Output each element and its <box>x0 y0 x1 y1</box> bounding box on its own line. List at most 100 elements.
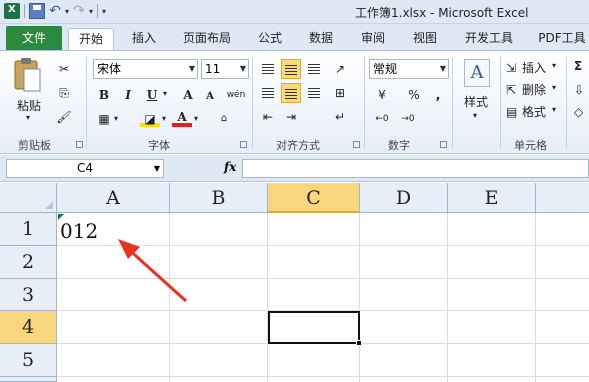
styles-dropdown-icon[interactable]: ▾ <box>473 111 477 120</box>
tab-view[interactable]: 视图 <box>407 28 443 50</box>
align-left-icon[interactable] <box>258 83 278 103</box>
column-header-c[interactable]: C <box>268 183 360 213</box>
font-color-dropdown-icon[interactable]: ▾ <box>194 114 198 123</box>
font-name-select[interactable]: 宋体 ▼ <box>93 59 198 79</box>
decrease-decimal-icon[interactable]: →0 <box>398 109 418 129</box>
format-cells-button[interactable]: 格式 <box>522 103 546 120</box>
borders-icon[interactable]: ▦ <box>94 109 114 129</box>
formula-bar: C4 ▼ fx <box>0 155 589 182</box>
align-middle-icon[interactable] <box>281 59 301 79</box>
delete-dropdown-icon[interactable]: ▾ <box>552 83 556 92</box>
redo-dropdown-icon[interactable]: ▾ <box>89 7 93 16</box>
align-center-icon[interactable] <box>281 83 301 103</box>
merge-center-icon[interactable]: ⊞ <box>330 83 350 103</box>
clear-icon[interactable]: ◇ <box>574 105 583 119</box>
align-bottom-icon[interactable] <box>304 59 324 79</box>
clipboard-launcher-icon[interactable] <box>76 141 83 148</box>
insert-dropdown-icon[interactable]: ▾ <box>552 61 556 70</box>
insert-cells-button[interactable]: 插入 <box>522 59 546 76</box>
increase-indent-icon[interactable]: ⇥ <box>281 107 301 127</box>
row-header-6[interactable] <box>0 377 57 382</box>
increase-decimal-icon[interactable]: ←0 <box>372 109 392 129</box>
column-header-a[interactable]: A <box>57 183 170 213</box>
autosum-icon[interactable]: Σ <box>574 59 582 73</box>
column-header-f[interactable] <box>536 183 589 213</box>
percent-button[interactable]: % <box>404 85 424 105</box>
copy-icon[interactable]: ⎘ <box>54 83 74 103</box>
bold-button[interactable]: B <box>94 85 114 105</box>
styles-button[interactable]: 样式 <box>464 93 488 110</box>
underline-dropdown-icon[interactable]: ▾ <box>163 89 167 98</box>
italic-button[interactable]: I <box>118 85 138 105</box>
fill-color-dropdown-icon[interactable]: ▾ <box>162 114 166 123</box>
alignment-launcher-icon[interactable] <box>353 141 360 148</box>
cell-a1[interactable]: 012 <box>60 219 98 243</box>
row-header-4[interactable]: 4 <box>0 311 57 344</box>
phonetic-guide-button[interactable]: wén <box>226 85 246 105</box>
column-header-b[interactable]: B <box>170 183 268 213</box>
tab-data[interactable]: 数据 <box>303 28 339 50</box>
customize-qat-icon[interactable]: ▾ <box>102 7 106 16</box>
selected-cell-c4[interactable] <box>268 311 360 344</box>
row-header-1[interactable]: 1 <box>0 213 57 246</box>
delete-cells-icon[interactable]: ⇱ <box>506 83 516 97</box>
row-header-5[interactable]: 5 <box>0 344 57 377</box>
tab-developer[interactable]: 开发工具 <box>458 28 520 50</box>
orientation-icon[interactable]: ↗ <box>330 59 350 79</box>
row-header-3[interactable]: 3 <box>0 279 57 311</box>
fill-icon[interactable]: ⇩ <box>574 83 584 97</box>
delete-cells-button[interactable]: 删除 <box>522 81 546 98</box>
cut-icon[interactable]: ✂ <box>54 59 74 79</box>
font-launcher-icon[interactable] <box>240 141 247 148</box>
column-header-d[interactable]: D <box>360 183 448 213</box>
wen-icon[interactable]: ⌂ <box>214 109 234 129</box>
save-icon[interactable] <box>29 3 45 19</box>
undo-icon[interactable]: ↶ <box>47 3 63 19</box>
currency-icon[interactable]: ¥ <box>372 85 392 105</box>
tab-page-layout[interactable]: 页面布局 <box>177 28 237 50</box>
tab-review[interactable]: 审阅 <box>355 28 391 50</box>
undo-dropdown-icon[interactable]: ▾ <box>65 7 69 16</box>
tab-home[interactable]: 开始 <box>68 28 114 50</box>
ribbon-tabs: 文件 开始 插入 页面布局 公式 数据 审阅 视图 开发工具 PDF工具 <box>0 24 589 50</box>
paste-icon[interactable] <box>12 57 46 97</box>
align-top-icon[interactable] <box>258 59 278 79</box>
insert-cells-icon[interactable]: ⇲ <box>506 61 516 75</box>
align-right-icon[interactable] <box>304 83 324 103</box>
annotation-arrow-icon <box>118 239 188 303</box>
styles-icon[interactable]: A <box>464 59 490 87</box>
borders-dropdown-icon[interactable]: ▾ <box>114 114 118 123</box>
tab-pdf[interactable]: PDF工具 <box>535 28 589 50</box>
decrease-indent-icon[interactable]: ⇤ <box>258 107 278 127</box>
fill-handle[interactable] <box>356 340 362 346</box>
redo-icon[interactable]: ↷ <box>71 3 87 19</box>
insert-function-button[interactable]: fx <box>224 160 236 174</box>
select-all-button[interactable] <box>0 183 57 213</box>
formula-input[interactable] <box>242 159 589 178</box>
column-header-e[interactable]: E <box>448 183 536 213</box>
paste-dropdown-icon[interactable]: ▾ <box>26 113 30 122</box>
font-color-button[interactable]: A <box>172 109 192 127</box>
fill-color-icon[interactable]: ◪ <box>140 109 160 127</box>
wrap-text-icon[interactable]: ↵ <box>330 107 350 127</box>
format-dropdown-icon[interactable]: ▾ <box>552 105 556 114</box>
font-size-select[interactable]: 11 ▼ <box>201 59 249 79</box>
comma-button[interactable]: , <box>428 85 448 105</box>
number-launcher-icon[interactable] <box>440 141 447 148</box>
number-format-select[interactable]: 常规 ▼ <box>369 59 449 79</box>
format-painter-icon[interactable]: 🖌 <box>54 107 74 127</box>
worksheet-grid[interactable]: A B C D E 1 2 3 4 5 012 <box>0 183 589 382</box>
row-header-2[interactable]: 2 <box>0 246 57 279</box>
grow-font-button[interactable]: A <box>178 85 198 105</box>
paste-button[interactable]: 粘贴 <box>17 97 41 114</box>
tab-insert[interactable]: 插入 <box>126 28 162 50</box>
format-cells-icon[interactable]: ▤ <box>506 105 517 119</box>
excel-logo-icon[interactable] <box>4 3 20 19</box>
underline-button[interactable]: U <box>142 85 162 105</box>
window-title: 工作簿1.xlsx - Microsoft Excel <box>355 6 529 20</box>
name-box[interactable]: C4 ▼ <box>6 159 164 178</box>
title-bar: ↶ ▾ ↷ ▾ ▾ 工作簿1.xlsx - Microsoft Excel <box>0 0 589 24</box>
tab-formulas[interactable]: 公式 <box>252 28 288 50</box>
shrink-font-button[interactable]: A <box>200 87 220 107</box>
tab-file[interactable]: 文件 <box>6 26 62 50</box>
